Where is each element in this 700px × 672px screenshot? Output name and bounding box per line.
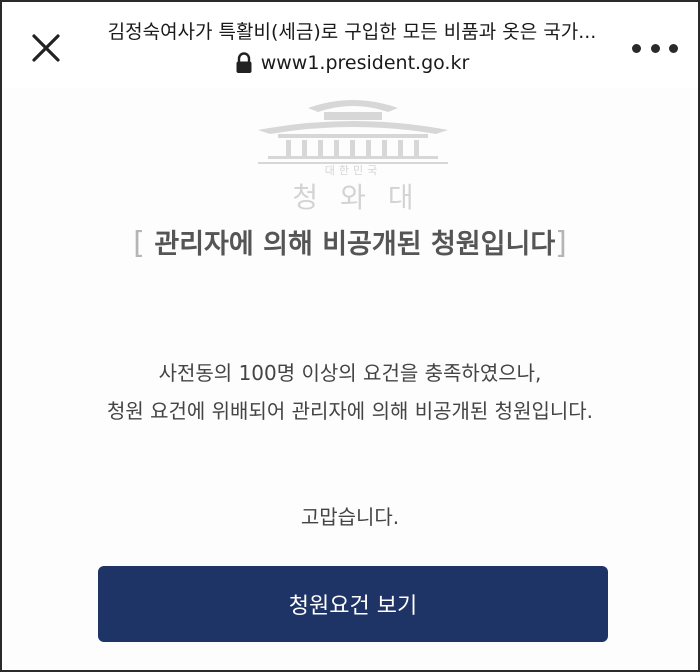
url-row: www1.president.go.kr [82, 50, 622, 76]
heading-text: 관리자에 의해 비공개된 청원입니다 [154, 229, 556, 260]
more-options-button[interactable] [632, 38, 678, 58]
address-area[interactable]: 김정숙여사가 특활비(세금)로 구입한 모든 비품과 옷은 국가... www1… [82, 18, 622, 76]
more-icon-dot [669, 43, 678, 53]
lock-icon [235, 52, 253, 74]
view-petition-requirements-button[interactable]: 청원요건 보기 [98, 566, 608, 642]
page-title: 김정숙여사가 특활비(세금)로 구입한 모든 비품과 옷은 국가... [107, 21, 597, 43]
cheongwadae-building-icon [258, 100, 448, 164]
message-line: 사전동의 100명 이상의 요건을 충족하였으나, [158, 361, 542, 385]
browser-window: 김정숙여사가 특활비(세금)로 구입한 모든 비품과 옷은 국가... www1… [0, 0, 700, 672]
message-line: 청원 요건에 위배되어 관리자에 의해 비공개된 청원입니다. [106, 399, 594, 423]
browser-top-bar: 김정숙여사가 특활비(세금)로 구입한 모든 비품과 옷은 국가... www1… [2, 2, 698, 88]
url-text: www1.president.go.kr [260, 52, 470, 74]
thanks-text: 고맙습니다. [300, 505, 400, 529]
cheongwadae-logo: 대한민국 청와대 [238, 90, 468, 214]
more-icon-dot [650, 43, 660, 53]
notice-message: 사전동의 100명 이상의 요건을 충족하였으나, 청원 요건에 위배되어 관리… [2, 354, 698, 430]
close-icon [32, 34, 60, 62]
logo-name: 청와대 [292, 181, 436, 214]
left-bracket: [ [133, 226, 155, 261]
more-icon-dot [632, 43, 641, 53]
right-bracket: ] [555, 226, 567, 261]
close-button[interactable] [24, 26, 68, 70]
notice-heading: [ 관리자에 의해 비공개된 청원입니다] [2, 224, 698, 265]
